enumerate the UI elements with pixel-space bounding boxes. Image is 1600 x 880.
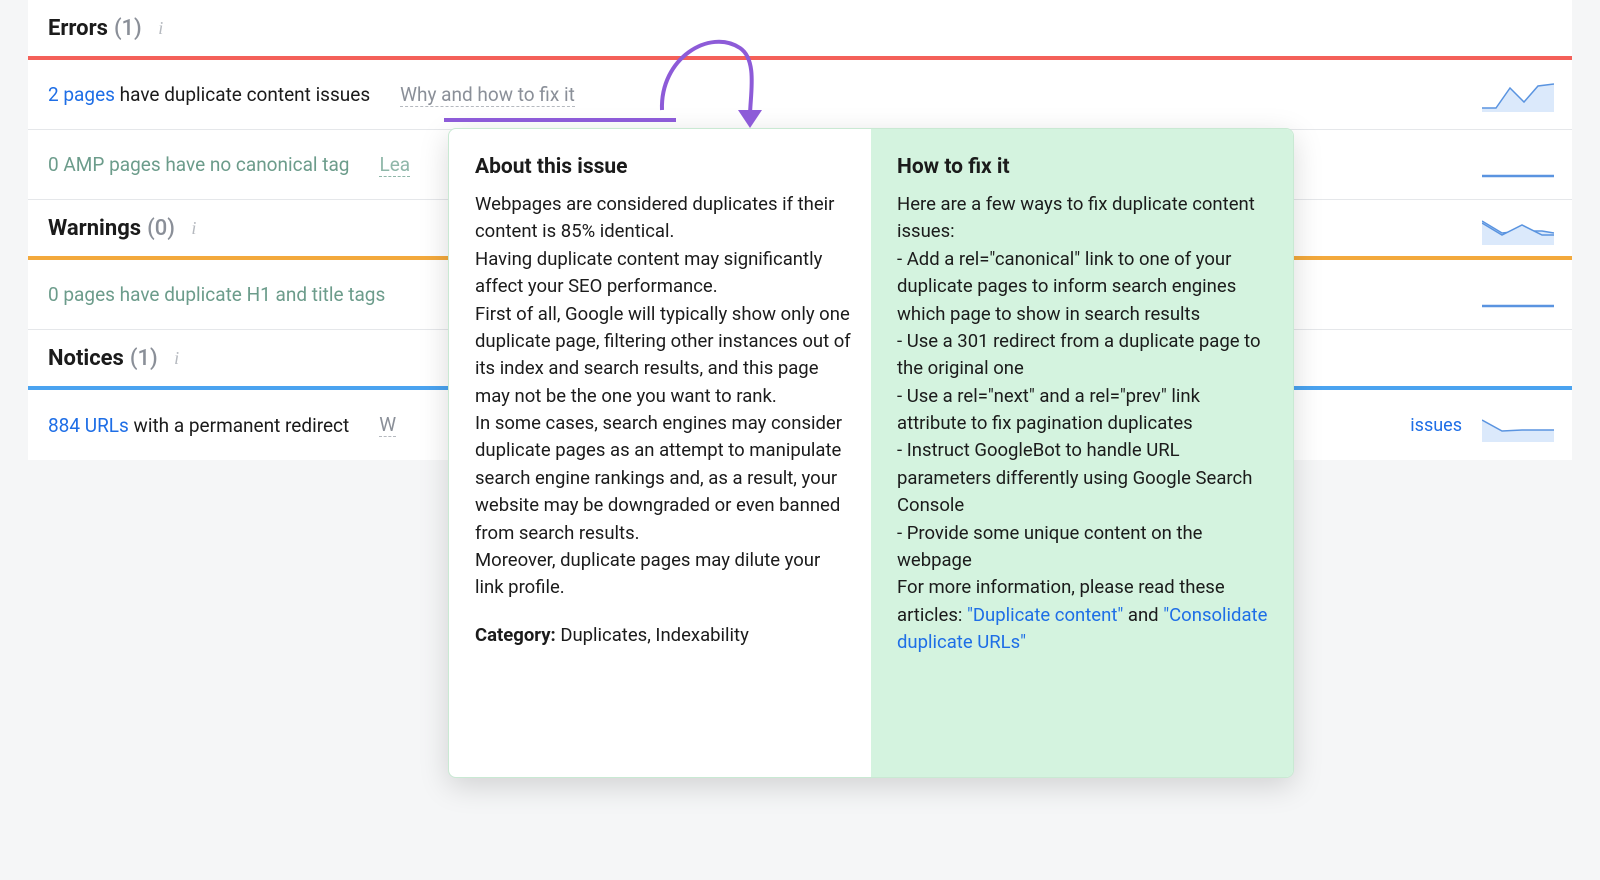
sparkline bbox=[1482, 278, 1554, 312]
info-icon[interactable]: i bbox=[152, 19, 170, 37]
section-title: Warnings bbox=[48, 216, 141, 241]
sparkline bbox=[1482, 211, 1554, 249]
how-to-fix-title: How to fix it bbox=[897, 155, 1269, 179]
about-issue-body: Webpages are considered duplicates if th… bbox=[475, 191, 853, 602]
why-fix-link[interactable]: Why and how to fix it bbox=[400, 83, 575, 107]
section-title: Notices bbox=[48, 346, 124, 371]
issue-count-link[interactable]: 2 pages bbox=[48, 83, 115, 106]
article-link-duplicate-content[interactable]: "Duplicate content" bbox=[967, 604, 1123, 626]
info-icon[interactable]: i bbox=[185, 219, 203, 237]
section-count: (1) bbox=[114, 16, 142, 41]
fix-item: - Use a 301 redirect from a duplicate pa… bbox=[897, 328, 1269, 383]
hide-passed-link[interactable]: issues bbox=[1410, 415, 1462, 436]
annotation-arrow bbox=[640, 18, 770, 138]
issue-text: 0 AMP pages have no canonical tag bbox=[48, 153, 349, 176]
sparkline bbox=[1482, 408, 1554, 442]
issue-desc: with a permanent redirect bbox=[129, 414, 349, 437]
section-count: (0) bbox=[147, 216, 175, 241]
about-paragraph: Moreover, duplicate pages may dilute you… bbox=[475, 547, 853, 602]
category-label: Category: bbox=[475, 624, 556, 646]
about-paragraph: In some cases, search engines may consid… bbox=[475, 410, 853, 547]
issue-text: 0 pages have duplicate H1 and title tags bbox=[48, 283, 385, 306]
about-paragraph: Webpages are considered duplicates if th… bbox=[475, 191, 853, 246]
section-header-errors: Errors (1) i bbox=[28, 0, 1572, 60]
category-value: Duplicates, Indexability bbox=[556, 624, 749, 646]
issue-category: Category: Duplicates, Indexability bbox=[475, 624, 853, 646]
fix-item: - Add a rel="canonical" link to one of y… bbox=[897, 246, 1269, 328]
popover-fix-column: How to fix it Here are a few ways to fix… bbox=[871, 129, 1293, 777]
issue-text: 884 URLs with a permanent redirect bbox=[48, 414, 349, 437]
about-paragraph: First of all, Google will typically show… bbox=[475, 301, 853, 411]
fix-item: - Provide some unique content on the web… bbox=[897, 520, 1269, 575]
sparkline bbox=[1482, 78, 1554, 112]
and-separator: and bbox=[1123, 604, 1163, 626]
fix-item: - Instruct GoogleBot to handle URL param… bbox=[897, 437, 1269, 519]
section-title: Errors bbox=[48, 16, 108, 41]
fix-more-info: For more information, please read these … bbox=[897, 574, 1269, 656]
learn-more-link[interactable]: Lea bbox=[379, 153, 410, 177]
popover-about-column: About this issue Webpages are considered… bbox=[449, 129, 871, 777]
fix-intro: Here are a few ways to fix duplicate con… bbox=[897, 191, 1269, 246]
fix-item: - Use a rel="next" and a rel="prev" link… bbox=[897, 383, 1269, 438]
fix-items: - Add a rel="canonical" link to one of y… bbox=[897, 246, 1269, 575]
issue-row-duplicate-content[interactable]: 2 pages have duplicate content issues Wh… bbox=[28, 60, 1572, 130]
issue-desc: have duplicate content issues bbox=[115, 83, 370, 106]
section-count: (1) bbox=[130, 346, 158, 371]
why-fix-link[interactable]: W bbox=[379, 413, 396, 437]
about-issue-title: About this issue bbox=[475, 155, 853, 179]
issue-text: 2 pages have duplicate content issues bbox=[48, 83, 370, 106]
sparkline bbox=[1482, 148, 1554, 182]
issue-popover: About this issue Webpages are considered… bbox=[448, 128, 1294, 778]
info-icon[interactable]: i bbox=[168, 349, 186, 367]
about-paragraph: Having duplicate content may significant… bbox=[475, 246, 853, 301]
issue-count-link[interactable]: 884 URLs bbox=[48, 414, 129, 437]
